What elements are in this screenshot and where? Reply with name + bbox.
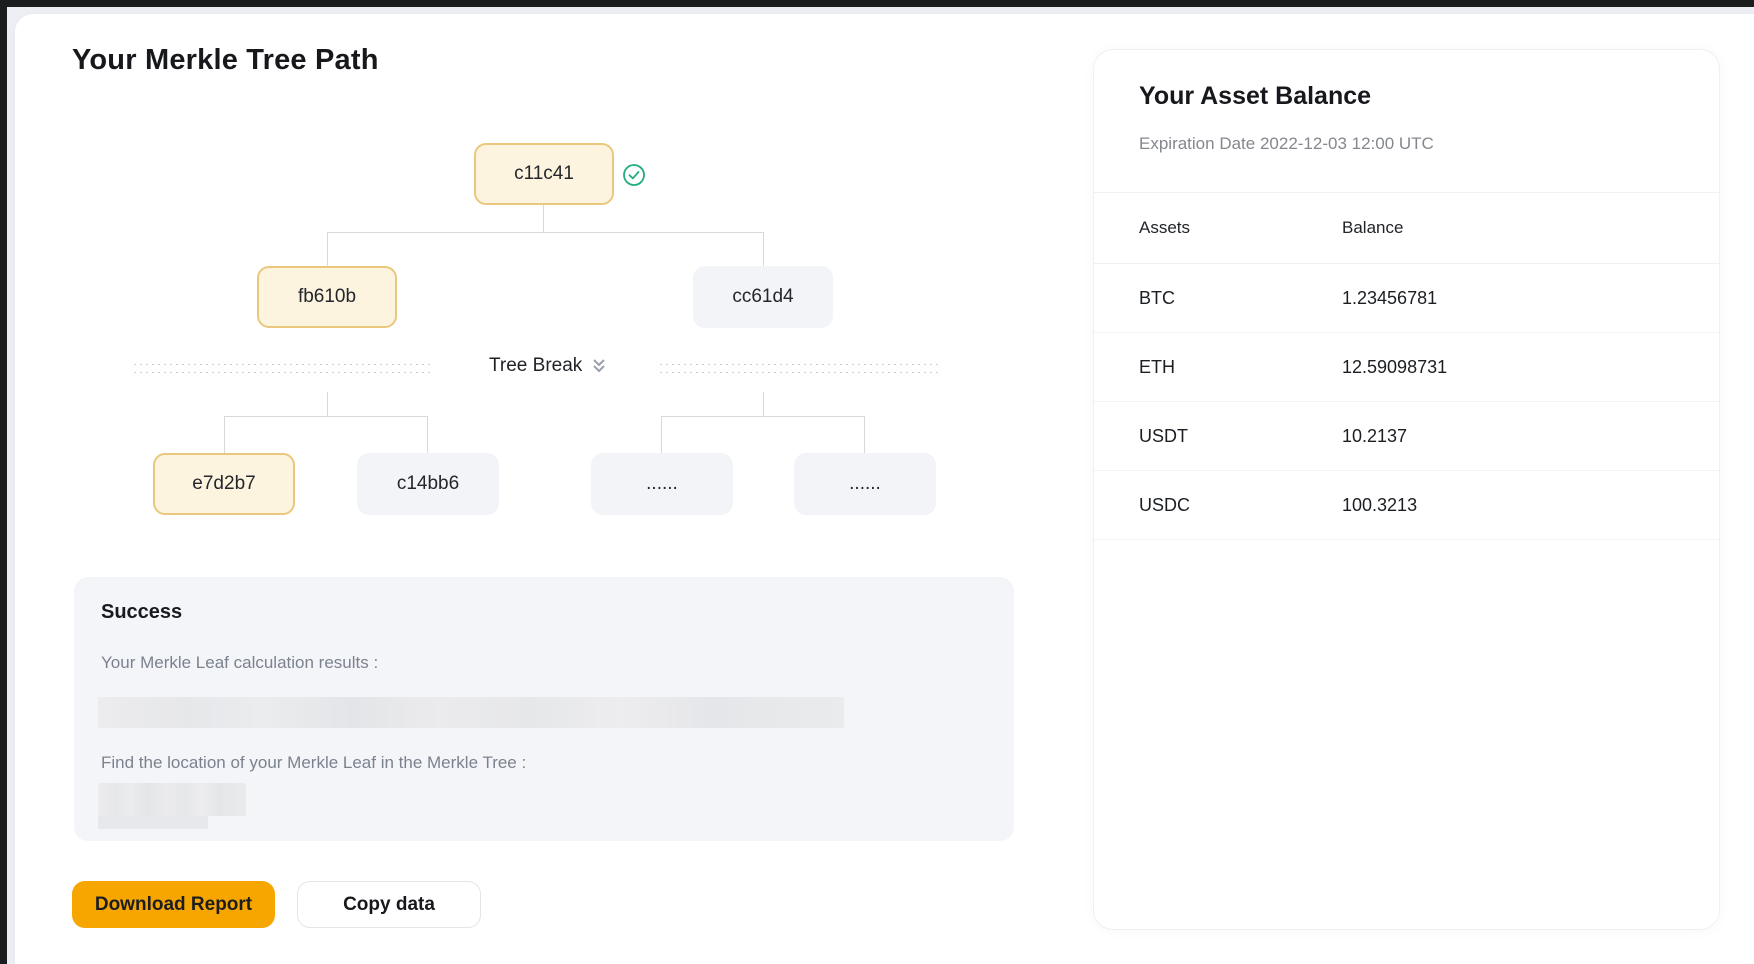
- balance-column-header: Balance: [1342, 218, 1699, 238]
- asset-card-title: Your Asset Balance: [1139, 82, 1371, 111]
- merkle-node-sibling: cc61d4: [693, 266, 833, 328]
- merkle-node-leaf: ......: [591, 453, 733, 515]
- result-status: Success: [101, 601, 182, 624]
- tree-connector: [661, 416, 865, 417]
- tree-connector: [864, 416, 865, 453]
- asset-balance: 12.59098731: [1342, 357, 1699, 378]
- table-row: USDT 10.2137: [1094, 402, 1719, 471]
- download-report-button[interactable]: Download Report: [72, 881, 275, 928]
- asset-balance-card: Your Asset Balance Expiration Date 2022-…: [1093, 49, 1720, 930]
- asset-name: ETH: [1139, 357, 1342, 378]
- calc-results-label: Your Merkle Leaf calculation results :: [101, 653, 378, 673]
- table-row: ETH 12.59098731: [1094, 333, 1719, 402]
- double-chevron-down-icon: [591, 357, 607, 375]
- tree-connector: [661, 416, 662, 453]
- asset-name: USDT: [1139, 426, 1342, 447]
- tree-break-label: Tree Break: [489, 355, 582, 377]
- asset-table: Assets Balance BTC 1.23456781 ETH 12.590…: [1094, 193, 1719, 540]
- merkle-node-root: c11c41: [474, 143, 614, 205]
- asset-name: USDC: [1139, 495, 1342, 516]
- redacted-location-value: [98, 816, 208, 829]
- tree-break-dotted-line: [660, 372, 938, 373]
- tree-break-dotted-line: [134, 364, 431, 365]
- merkle-node-leaf: e7d2b7: [153, 453, 295, 515]
- assets-column-header: Assets: [1139, 218, 1342, 238]
- page-title: Your Merkle Tree Path: [72, 44, 379, 77]
- merkle-node-path: fb610b: [257, 266, 397, 328]
- tree-break-toggle[interactable]: Tree Break: [489, 355, 607, 377]
- tree-break-dotted-line: [660, 364, 938, 365]
- merkle-proof-page: Your Merkle Tree Path Tree Break c11c41 …: [0, 0, 1754, 964]
- leaf-location-label: Find the location of your Merkle Leaf in…: [101, 753, 526, 773]
- check-circle-icon: [622, 163, 646, 187]
- asset-balance: 100.3213: [1342, 495, 1699, 516]
- tree-connector: [763, 392, 764, 416]
- redacted-hash-value: [98, 697, 844, 728]
- verification-result-panel: Success Your Merkle Leaf calculation res…: [74, 577, 1014, 841]
- table-header-row: Assets Balance: [1094, 193, 1719, 264]
- tree-connector: [427, 416, 428, 453]
- tree-break-dotted-line: [134, 372, 431, 373]
- asset-balance: 1.23456781: [1342, 288, 1699, 309]
- table-row: BTC 1.23456781: [1094, 264, 1719, 333]
- tree-connector: [543, 205, 544, 232]
- expiration-date: Expiration Date 2022-12-03 12:00 UTC: [1139, 134, 1434, 154]
- merkle-node-leaf: ......: [794, 453, 936, 515]
- table-row: USDC 100.3213: [1094, 471, 1719, 540]
- asset-balance: 10.2137: [1342, 426, 1699, 447]
- tree-connector: [327, 232, 328, 266]
- copy-data-button[interactable]: Copy data: [297, 881, 481, 928]
- tree-connector: [763, 232, 764, 266]
- asset-name: BTC: [1139, 288, 1342, 309]
- tree-connector: [327, 392, 328, 416]
- tree-connector: [224, 416, 428, 417]
- tree-connector: [224, 416, 225, 453]
- tree-connector: [327, 232, 764, 233]
- redacted-location-value: [98, 783, 246, 816]
- merkle-node-leaf: c14bb6: [357, 453, 499, 515]
